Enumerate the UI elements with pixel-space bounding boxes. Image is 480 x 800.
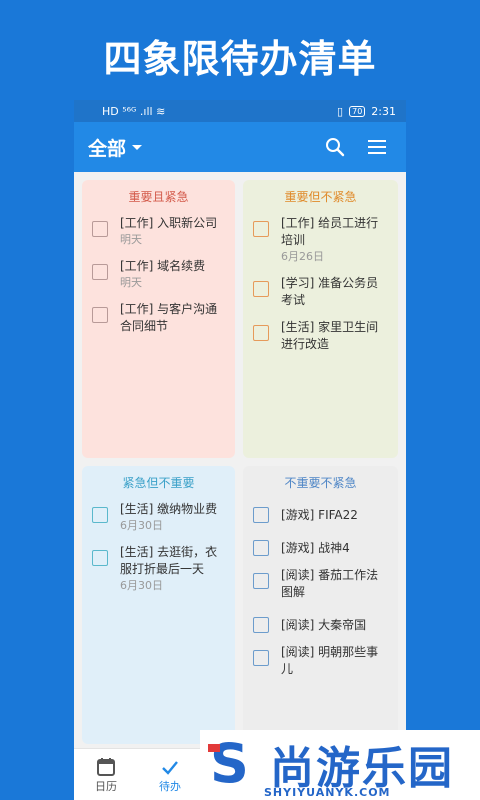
menu-icon <box>368 140 386 154</box>
todo-item[interactable]: [阅读] 明朝那些事儿 <box>253 644 388 678</box>
todo-item[interactable]: [游戏] FIFA22 <box>253 501 388 524</box>
todo-date: 明天 <box>120 276 142 289</box>
search-button[interactable] <box>320 132 350 162</box>
todo-checkbox[interactable] <box>92 550 108 566</box>
todo-text: [游戏] 战神4 <box>281 541 350 555</box>
todo-text: [阅读] 明朝那些事儿 <box>281 645 379 676</box>
todo-checkbox[interactable] <box>92 221 108 237</box>
todo-item[interactable]: [工作] 入职新公司 明天 <box>92 215 225 248</box>
todo-checkbox[interactable] <box>253 221 269 237</box>
todo-text: [学习] 准备公务员考试 <box>281 276 379 307</box>
tab-todo[interactable]: 待办 <box>138 749 202 800</box>
filter-label: 全部 <box>88 137 127 160</box>
banner-title: 四象限待办清单 <box>103 37 377 81</box>
search-icon <box>326 138 345 157</box>
todo-text: [工作] 域名续费 <box>120 259 206 273</box>
vibrate-icon: ▯ <box>337 104 344 118</box>
filter-dropdown[interactable]: 全部 <box>88 134 143 161</box>
todo-checkbox[interactable] <box>253 540 269 556</box>
caret-down-icon <box>132 144 143 150</box>
todo-item[interactable]: [工作] 与客户沟通合同细节 <box>92 301 225 335</box>
todo-checkbox[interactable] <box>92 307 108 323</box>
status-right: ▯ 70 2:31 <box>337 105 396 118</box>
quadrant-title: 不重要不紧急 <box>284 476 357 490</box>
battery-icon: 70 <box>349 105 366 117</box>
todo-checkbox[interactable] <box>92 507 108 523</box>
todo-item[interactable]: [游戏] 战神4 <box>253 534 388 557</box>
watermark-logo: S 尚游乐园 SHYIYUANYK.COM <box>200 730 480 800</box>
check-icon <box>162 760 178 775</box>
todo-text: [游戏] FIFA22 <box>281 508 358 522</box>
status-left: HD ⁵⁶ᴳ .ıll ≋ <box>102 104 166 118</box>
todo-checkbox[interactable] <box>253 325 269 341</box>
todo-item[interactable]: [生活] 缴纳物业费 6月30日 <box>92 501 225 534</box>
todo-text: [工作] 与客户沟通合同细节 <box>120 302 218 333</box>
todo-checkbox[interactable] <box>92 264 108 280</box>
todo-date: 6月30日 <box>120 519 163 532</box>
todo-date: 6月26日 <box>281 250 324 263</box>
todo-text: [阅读] 番茄工作法图解 <box>281 568 379 599</box>
todo-date: 6月30日 <box>120 579 163 592</box>
status-time: 2:31 <box>371 104 396 118</box>
todo-text: [阅读] 大秦帝国 <box>281 618 367 632</box>
todo-item[interactable]: [生活] 家里卫生间进行改造 <box>253 319 388 353</box>
phone-screen: HD ⁵⁶ᴳ .ıll ≋ ▯ 70 2:31 全部 重要且紧急 [工作] 入职… <box>74 100 406 800</box>
quadrant-urgent-not-important[interactable]: 紧急但不重要 [生活] 缴纳物业费 6月30日 [生活] 去逛街，衣服打折最后一… <box>82 466 235 744</box>
quadrant-grid: 重要且紧急 [工作] 入职新公司 明天 [工作] 域名续费 明天 [工作] 与客… <box>74 172 406 748</box>
quadrant-important-not-urgent[interactable]: 重要但不紧急 [工作] 给员工进行培训 6月26日 [学习] 准备公务员考试 [… <box>243 180 398 458</box>
todo-text: [工作] 给员工进行培训 <box>281 216 379 247</box>
todo-text: [工作] 入职新公司 <box>120 216 218 230</box>
quadrant-not-important-not-urgent[interactable]: 不重要不紧急 [游戏] FIFA22 [游戏] 战神4 [阅读] 番茄工作法图解… <box>243 466 398 744</box>
todo-text: [生活] 家里卫生间进行改造 <box>281 320 379 351</box>
todo-checkbox[interactable] <box>253 573 269 589</box>
quadrant-title: 重要但不紧急 <box>284 190 357 204</box>
watermark-url: SHYIYUANYK.COM <box>264 786 391 799</box>
todo-item[interactable]: [阅读] 大秦帝国 <box>253 611 388 634</box>
todo-item[interactable]: [工作] 域名续费 明天 <box>92 258 225 291</box>
tab-calendar[interactable]: 日历 <box>74 749 138 800</box>
quadrant-title: 紧急但不重要 <box>122 476 195 490</box>
tab-todo-label: 待办 <box>159 779 181 793</box>
todo-checkbox[interactable] <box>253 617 269 633</box>
status-bar: HD ⁵⁶ᴳ .ıll ≋ ▯ 70 2:31 <box>74 100 406 122</box>
menu-button[interactable] <box>362 132 392 162</box>
todo-text: [生活] 缴纳物业费 <box>120 502 218 516</box>
quadrant-title: 重要且紧急 <box>128 190 189 204</box>
todo-checkbox[interactable] <box>253 281 269 297</box>
todo-item[interactable]: [生活] 去逛街，衣服打折最后一天 6月30日 <box>92 544 225 594</box>
calendar-icon <box>97 757 115 776</box>
todo-item[interactable]: [工作] 给员工进行培训 6月26日 <box>253 215 388 265</box>
app-bar: 全部 <box>74 122 406 172</box>
watermark-s-logo: S <box>210 732 249 795</box>
watermark-red-mark <box>208 744 220 752</box>
todo-item[interactable]: [学习] 准备公务员考试 <box>253 275 388 309</box>
todo-item[interactable]: [阅读] 番茄工作法图解 <box>253 567 388 601</box>
todo-text: [生活] 去逛街，衣服打折最后一天 <box>120 545 218 576</box>
todo-checkbox[interactable] <box>253 507 269 523</box>
tab-calendar-label: 日历 <box>95 779 117 793</box>
quadrant-important-urgent[interactable]: 重要且紧急 [工作] 入职新公司 明天 [工作] 域名续费 明天 [工作] 与客… <box>82 180 235 458</box>
todo-date: 明天 <box>120 233 142 246</box>
todo-checkbox[interactable] <box>253 650 269 666</box>
